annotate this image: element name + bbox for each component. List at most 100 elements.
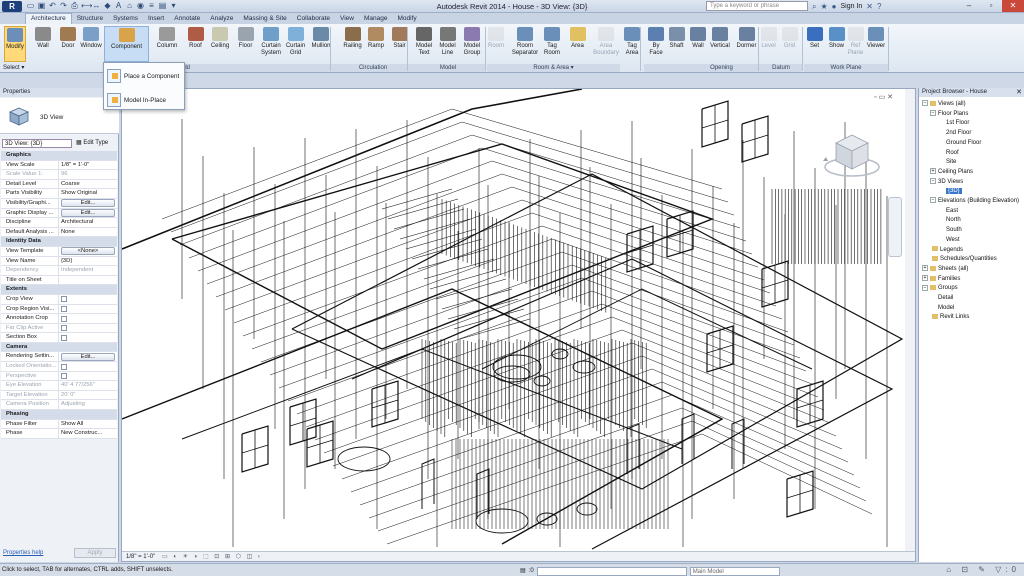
minimize-icon[interactable]: – xyxy=(958,0,980,12)
prop-value[interactable]: Edit... xyxy=(59,209,117,218)
viewer-button-34[interactable]: Viewer xyxy=(865,26,887,62)
modify-button-0[interactable]: Modify xyxy=(4,26,26,62)
group-identity-data[interactable]: Identity Data xyxy=(1,237,117,247)
browser-node-floor-plans[interactable]: − Floor Plans xyxy=(930,110,968,119)
set-button-31[interactable]: Set xyxy=(806,26,823,62)
floor-button-8[interactable]: Floor xyxy=(236,26,255,62)
ceiling-button-7[interactable]: Ceiling xyxy=(208,26,232,62)
prop-value[interactable]: Show All xyxy=(59,420,117,429)
level-button-29[interactable]: Level xyxy=(760,26,777,62)
collapse-icon[interactable]: − xyxy=(922,284,928,291)
browser-node-views-all-[interactable]: − Views (all) xyxy=(922,100,966,109)
model-in-place-item[interactable]: Model In-Place xyxy=(107,90,183,110)
room-separator-button-19[interactable]: Room Separator xyxy=(511,26,539,62)
expand-icon[interactable]: + xyxy=(930,168,936,175)
column-button-5[interactable]: Column xyxy=(155,26,179,62)
close-icon[interactable]: ✕ xyxy=(1002,0,1024,12)
exchange-icon[interactable]: ✕ xyxy=(866,2,873,11)
tab-collaborate[interactable]: Collaborate xyxy=(292,13,335,24)
shaft-button-25[interactable]: Shaft xyxy=(667,26,686,62)
collapse-icon[interactable]: − xyxy=(922,100,928,107)
prop-value[interactable]: Edit... xyxy=(59,352,117,361)
collapse-icon[interactable]: − xyxy=(930,178,936,185)
star-icon[interactable]: ★ xyxy=(820,2,827,11)
model-group-button-17[interactable]: Model Group xyxy=(460,26,484,62)
browser-node-model[interactable]: Model xyxy=(938,304,954,313)
vertical-scrollbar[interactable] xyxy=(905,89,915,561)
prop-value[interactable] xyxy=(59,295,117,304)
search-input[interactable]: Type a keyword or phrase xyxy=(706,1,808,11)
roof-button-6[interactable]: Roof xyxy=(187,26,204,62)
browser-node-ceiling-plans[interactable]: + Ceiling Plans xyxy=(930,168,973,177)
curtain-system-button-9[interactable]: Curtain System xyxy=(259,26,283,62)
worksets-icon[interactable]: ▤ xyxy=(520,565,526,576)
prop-value[interactable]: New Construc... xyxy=(59,429,117,438)
wireframe-model[interactable] xyxy=(122,89,905,551)
browser-node-site[interactable]: Site xyxy=(946,158,956,167)
group-extents[interactable]: Extents xyxy=(1,285,117,295)
browser-node-groups[interactable]: − Groups xyxy=(922,284,958,293)
prop-value[interactable]: {3D} xyxy=(59,257,117,266)
browser-node-detail[interactable]: Detail xyxy=(938,294,953,303)
wall-button-1[interactable]: Wall xyxy=(33,26,53,62)
prop-value[interactable] xyxy=(59,305,117,314)
tab-architecture[interactable]: Architecture xyxy=(25,13,72,24)
group-camera[interactable]: Camera xyxy=(1,342,117,353)
search-icon[interactable]: ⌕ xyxy=(812,2,816,12)
tab-view[interactable]: View xyxy=(335,13,359,24)
browser-node-roof[interactable]: Roof xyxy=(946,149,959,158)
close-icon[interactable]: ✕ xyxy=(1016,88,1022,97)
tab-massing-site[interactable]: Massing & Site xyxy=(238,13,291,24)
view-scale-control[interactable]: 1/8" = 1'-0" xyxy=(126,554,155,560)
prop-edit-button[interactable]: Edit... xyxy=(61,209,115,218)
tab-manage[interactable]: Manage xyxy=(359,13,393,24)
prop-value[interactable]: Architectural xyxy=(59,218,117,227)
browser-node-families[interactable]: + Families xyxy=(922,275,960,284)
expand-icon[interactable]: + xyxy=(922,265,928,272)
navigation-bar[interactable] xyxy=(888,197,902,257)
browser-node-revit-links[interactable]: Revit Links xyxy=(922,313,969,322)
prop-value[interactable] xyxy=(59,314,117,323)
prop-value[interactable]: <None> xyxy=(59,247,117,256)
prop-value[interactable]: 1/8" = 1'-0" xyxy=(59,161,117,170)
maximize-icon[interactable]: ▫ xyxy=(980,0,1002,12)
component-button-4[interactable]: Component xyxy=(104,26,149,62)
area-button-21[interactable]: Area xyxy=(568,26,587,62)
show-button-32[interactable]: Show xyxy=(828,26,845,62)
view-control-icons[interactable]: ▭ ◐ ☀ ◑ ⬚ ⊡ ⊞ ⬡ ◫ ‹ xyxy=(162,552,262,561)
tab-annotate[interactable]: Annotate xyxy=(169,13,205,24)
prop-checkbox[interactable] xyxy=(61,296,67,303)
prop-edit-button[interactable]: <None> xyxy=(61,247,115,256)
browser-node-west[interactable]: West xyxy=(946,236,960,245)
model-line-button-16[interactable]: Model Line xyxy=(437,26,458,62)
area-boundary-button-22[interactable]: Area Boundary xyxy=(593,26,619,62)
help-icon[interactable]: ? xyxy=(877,2,881,11)
model-text-button-15[interactable]: Model Text xyxy=(413,26,435,62)
browser-node-north[interactable]: North xyxy=(946,216,961,225)
viewport-window-controls[interactable]: ▫ ▭ ✕ xyxy=(874,93,893,101)
prop-value[interactable]: Coarse xyxy=(59,180,117,189)
browser-node-1st-floor[interactable]: 1st Floor xyxy=(946,119,969,128)
browser-node-ground-floor[interactable]: Ground Floor xyxy=(946,139,981,148)
prop-checkbox[interactable] xyxy=(61,334,67,341)
3d-viewport[interactable]: ▫ ▭ ✕ 1/8" = 1'-0" ▭ ◐ ☀ ◑ ⬚ ⊡ ⊞ ⬡ ◫ ‹ xyxy=(121,88,916,562)
browser-node-3d-views[interactable]: −3D Views xyxy=(930,178,963,187)
browser-node-schedules-quantities[interactable]: Schedules/Quantities xyxy=(922,255,997,264)
user-icon[interactable]: ● xyxy=(832,2,837,11)
type-selector[interactable]: 3D View xyxy=(0,98,119,134)
view-instance-dropdown[interactable]: 3D View: {3D} xyxy=(2,139,72,148)
ref-plane-button-33[interactable]: Ref Plane xyxy=(847,26,864,62)
apply-button[interactable]: Apply xyxy=(74,548,116,558)
window-button-3[interactable]: Window xyxy=(80,26,102,62)
browser-node-south[interactable]: South xyxy=(946,226,962,235)
prop-value[interactable] xyxy=(59,276,117,285)
viewcube-icon[interactable] xyxy=(822,127,882,185)
browser-node-sheets-all-[interactable]: + Sheets (all) xyxy=(922,265,968,274)
sign-in-link[interactable]: Sign In xyxy=(841,3,863,10)
prop-value[interactable]: Show Original xyxy=(59,189,117,198)
tab-systems[interactable]: Systems xyxy=(108,13,143,24)
design-option-field[interactable]: Main Model xyxy=(689,566,780,576)
browser-node-east[interactable]: East xyxy=(946,207,958,216)
browser-node-elevations-building-elevation-[interactable]: − Elevations (Building Elevation) xyxy=(930,197,1019,206)
dormer-button-28[interactable]: Dormer xyxy=(734,26,759,62)
